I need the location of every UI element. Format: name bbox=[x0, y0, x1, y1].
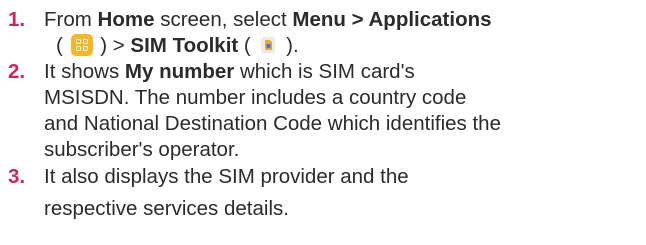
applications-icon bbox=[70, 34, 93, 56]
step-number-1: 1. bbox=[8, 8, 26, 31]
menu-path: Menu > Applications bbox=[292, 8, 492, 31]
step-2-line-4: subscriber's operator. bbox=[44, 138, 240, 161]
step-2-line-2: MSISDN. The number includes a country co… bbox=[44, 86, 467, 109]
home-label: Home bbox=[97, 8, 155, 31]
sim-toolkit-label: SIM Toolkit bbox=[130, 34, 239, 57]
step-number-3: 3. bbox=[8, 165, 26, 188]
step-3-line-1: It also displays the SIM provider and th… bbox=[44, 165, 409, 188]
step-1-line-1: From Home screen, select Menu > Applicat… bbox=[44, 8, 492, 31]
step-2-line-1: It shows My number which is SIM card's bbox=[44, 60, 415, 83]
sim-toolkit-icon bbox=[261, 37, 276, 53]
step-2-line-3: and National Destination Code which iden… bbox=[44, 112, 501, 135]
my-number-label: My number bbox=[124, 60, 235, 83]
step-number-2: 2. bbox=[8, 60, 26, 83]
step-1-line-2: ( ) > SIM Toolkit ( ). bbox=[56, 34, 299, 57]
step-3-line-2: respective services details. bbox=[44, 197, 289, 220]
